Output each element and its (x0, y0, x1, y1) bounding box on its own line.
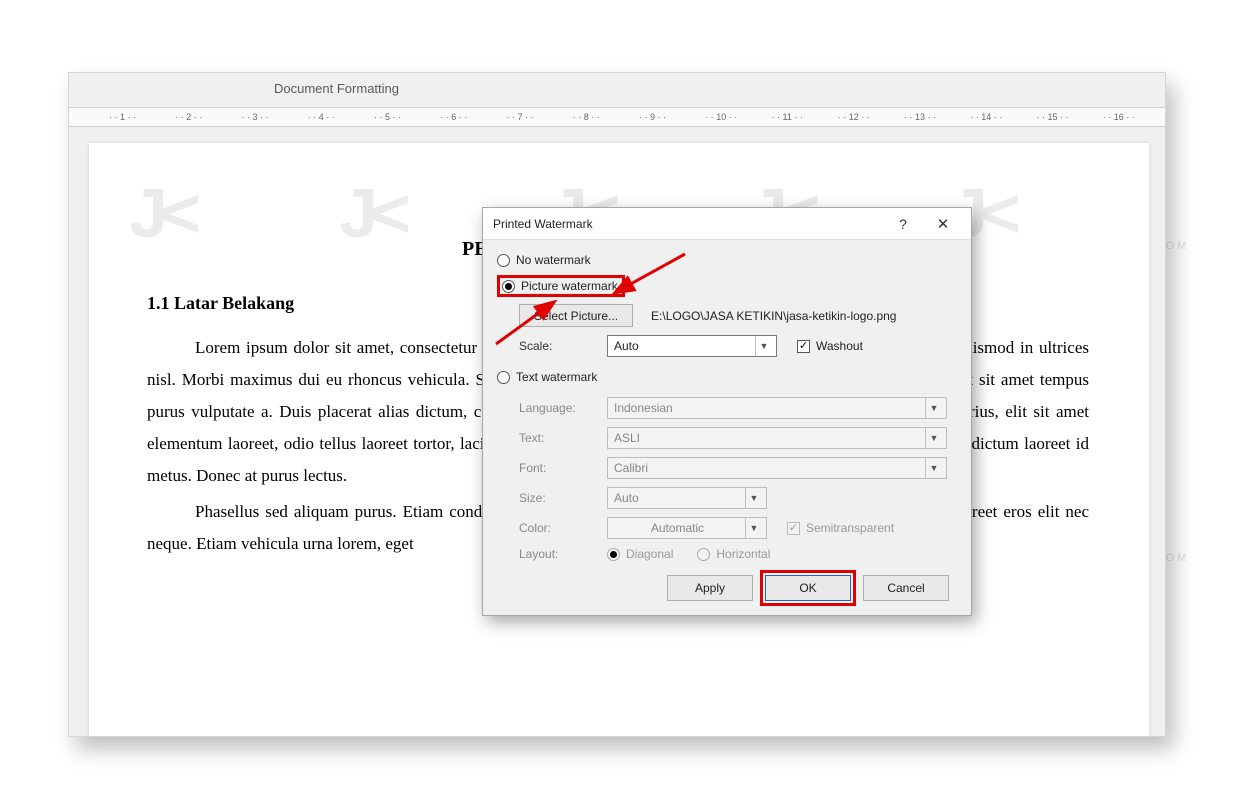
no-watermark-option[interactable]: No watermark (497, 248, 957, 272)
scale-combo[interactable]: Auto ▼ (607, 335, 777, 357)
font-label: Font: (519, 461, 597, 475)
ruler-tick: · · 16 · · (1103, 112, 1135, 122)
size-combo: Auto ▼ (607, 487, 767, 509)
language-combo: Indonesian ▼ (607, 397, 947, 419)
layout-horizontal-option: Horizontal (697, 547, 770, 561)
ruler-tick: · · 11 · · (772, 112, 803, 122)
ruler-tick: · · 4 · · (308, 112, 335, 122)
ruler-tick: · · 13 · · (904, 112, 936, 122)
text-watermark-label: Text watermark (516, 370, 597, 384)
ruler-tick: · · 15 · · (1037, 112, 1069, 122)
ruler-tick: · · 7 · · (507, 112, 534, 122)
text-combo: ASLI ▼ (607, 427, 947, 449)
chevron-down-icon: ▼ (925, 398, 942, 418)
radio-icon (607, 548, 620, 561)
ok-button[interactable]: OK (765, 575, 851, 601)
size-label: Size: (519, 491, 597, 505)
chevron-down-icon: ▼ (925, 428, 942, 448)
radio-icon (497, 371, 510, 384)
ruler-tick: · · 8 · · (573, 112, 600, 122)
color-combo: Automatic ▼ (607, 517, 767, 539)
radio-icon (697, 548, 710, 561)
picture-path: E:\LOGO\JASA KETIKIN\jasa-ketikin-logo.p… (651, 309, 896, 323)
ruler-tick: · · 10 · · (705, 112, 737, 122)
dialog-titlebar[interactable]: Printed Watermark ? ✕ (483, 208, 971, 240)
checkbox-icon (797, 340, 810, 353)
ruler-tick: · · 14 · · (970, 112, 1002, 122)
no-watermark-label: No watermark (516, 253, 591, 267)
ruler-tick: · · 9 · · (639, 112, 666, 122)
chevron-down-icon: ▼ (925, 458, 942, 478)
ribbon-group-label: Document Formatting (274, 81, 399, 96)
checkbox-icon (787, 522, 800, 535)
chevron-down-icon: ▼ (745, 518, 762, 538)
ruler-tick: · · 3 · · (242, 112, 269, 122)
chevron-down-icon: ▼ (755, 336, 772, 356)
ruler-tick: · · 12 · · (838, 112, 870, 122)
layout-diagonal-option: Diagonal (607, 547, 673, 561)
ruler-tick: · · 1 · · (109, 112, 136, 122)
printed-watermark-dialog: Printed Watermark ? ✕ No watermark Pictu… (482, 207, 972, 616)
color-label: Color: (519, 521, 597, 535)
select-picture-button[interactable]: Select Picture... (519, 304, 633, 327)
ruler-tick: · · 5 · · (374, 112, 401, 122)
chevron-down-icon: ▼ (745, 488, 762, 508)
picture-watermark-highlight: Picture watermark (497, 275, 625, 297)
radio-icon (497, 254, 510, 267)
apply-button[interactable]: Apply (667, 575, 753, 601)
ruler-tick: · · 2 · · (175, 112, 202, 122)
semitransparent-label: Semitransparent (806, 521, 894, 535)
horizontal-ruler[interactable]: · · 1 · · · · 2 · · · · 3 · · · · 4 · · · · … (69, 107, 1165, 127)
cancel-button[interactable]: Cancel (863, 575, 949, 601)
ruler-tick: · · 6 · · (440, 112, 467, 122)
layout-label: Layout: (519, 547, 597, 561)
close-button[interactable]: ✕ (923, 210, 963, 238)
language-label: Language: (519, 401, 597, 415)
font-combo: Calibri ▼ (607, 457, 947, 479)
radio-icon (502, 280, 515, 293)
text-watermark-option[interactable]: Text watermark (497, 365, 957, 389)
picture-watermark-label[interactable]: Picture watermark (521, 279, 618, 293)
semitransparent-checkbox: Semitransparent (787, 521, 894, 535)
washout-checkbox[interactable]: Washout (797, 339, 863, 353)
dialog-title: Printed Watermark (493, 217, 883, 231)
help-button[interactable]: ? (883, 210, 923, 238)
text-label: Text: (519, 431, 597, 445)
scale-label: Scale: (519, 339, 597, 353)
washout-label: Washout (816, 339, 863, 353)
